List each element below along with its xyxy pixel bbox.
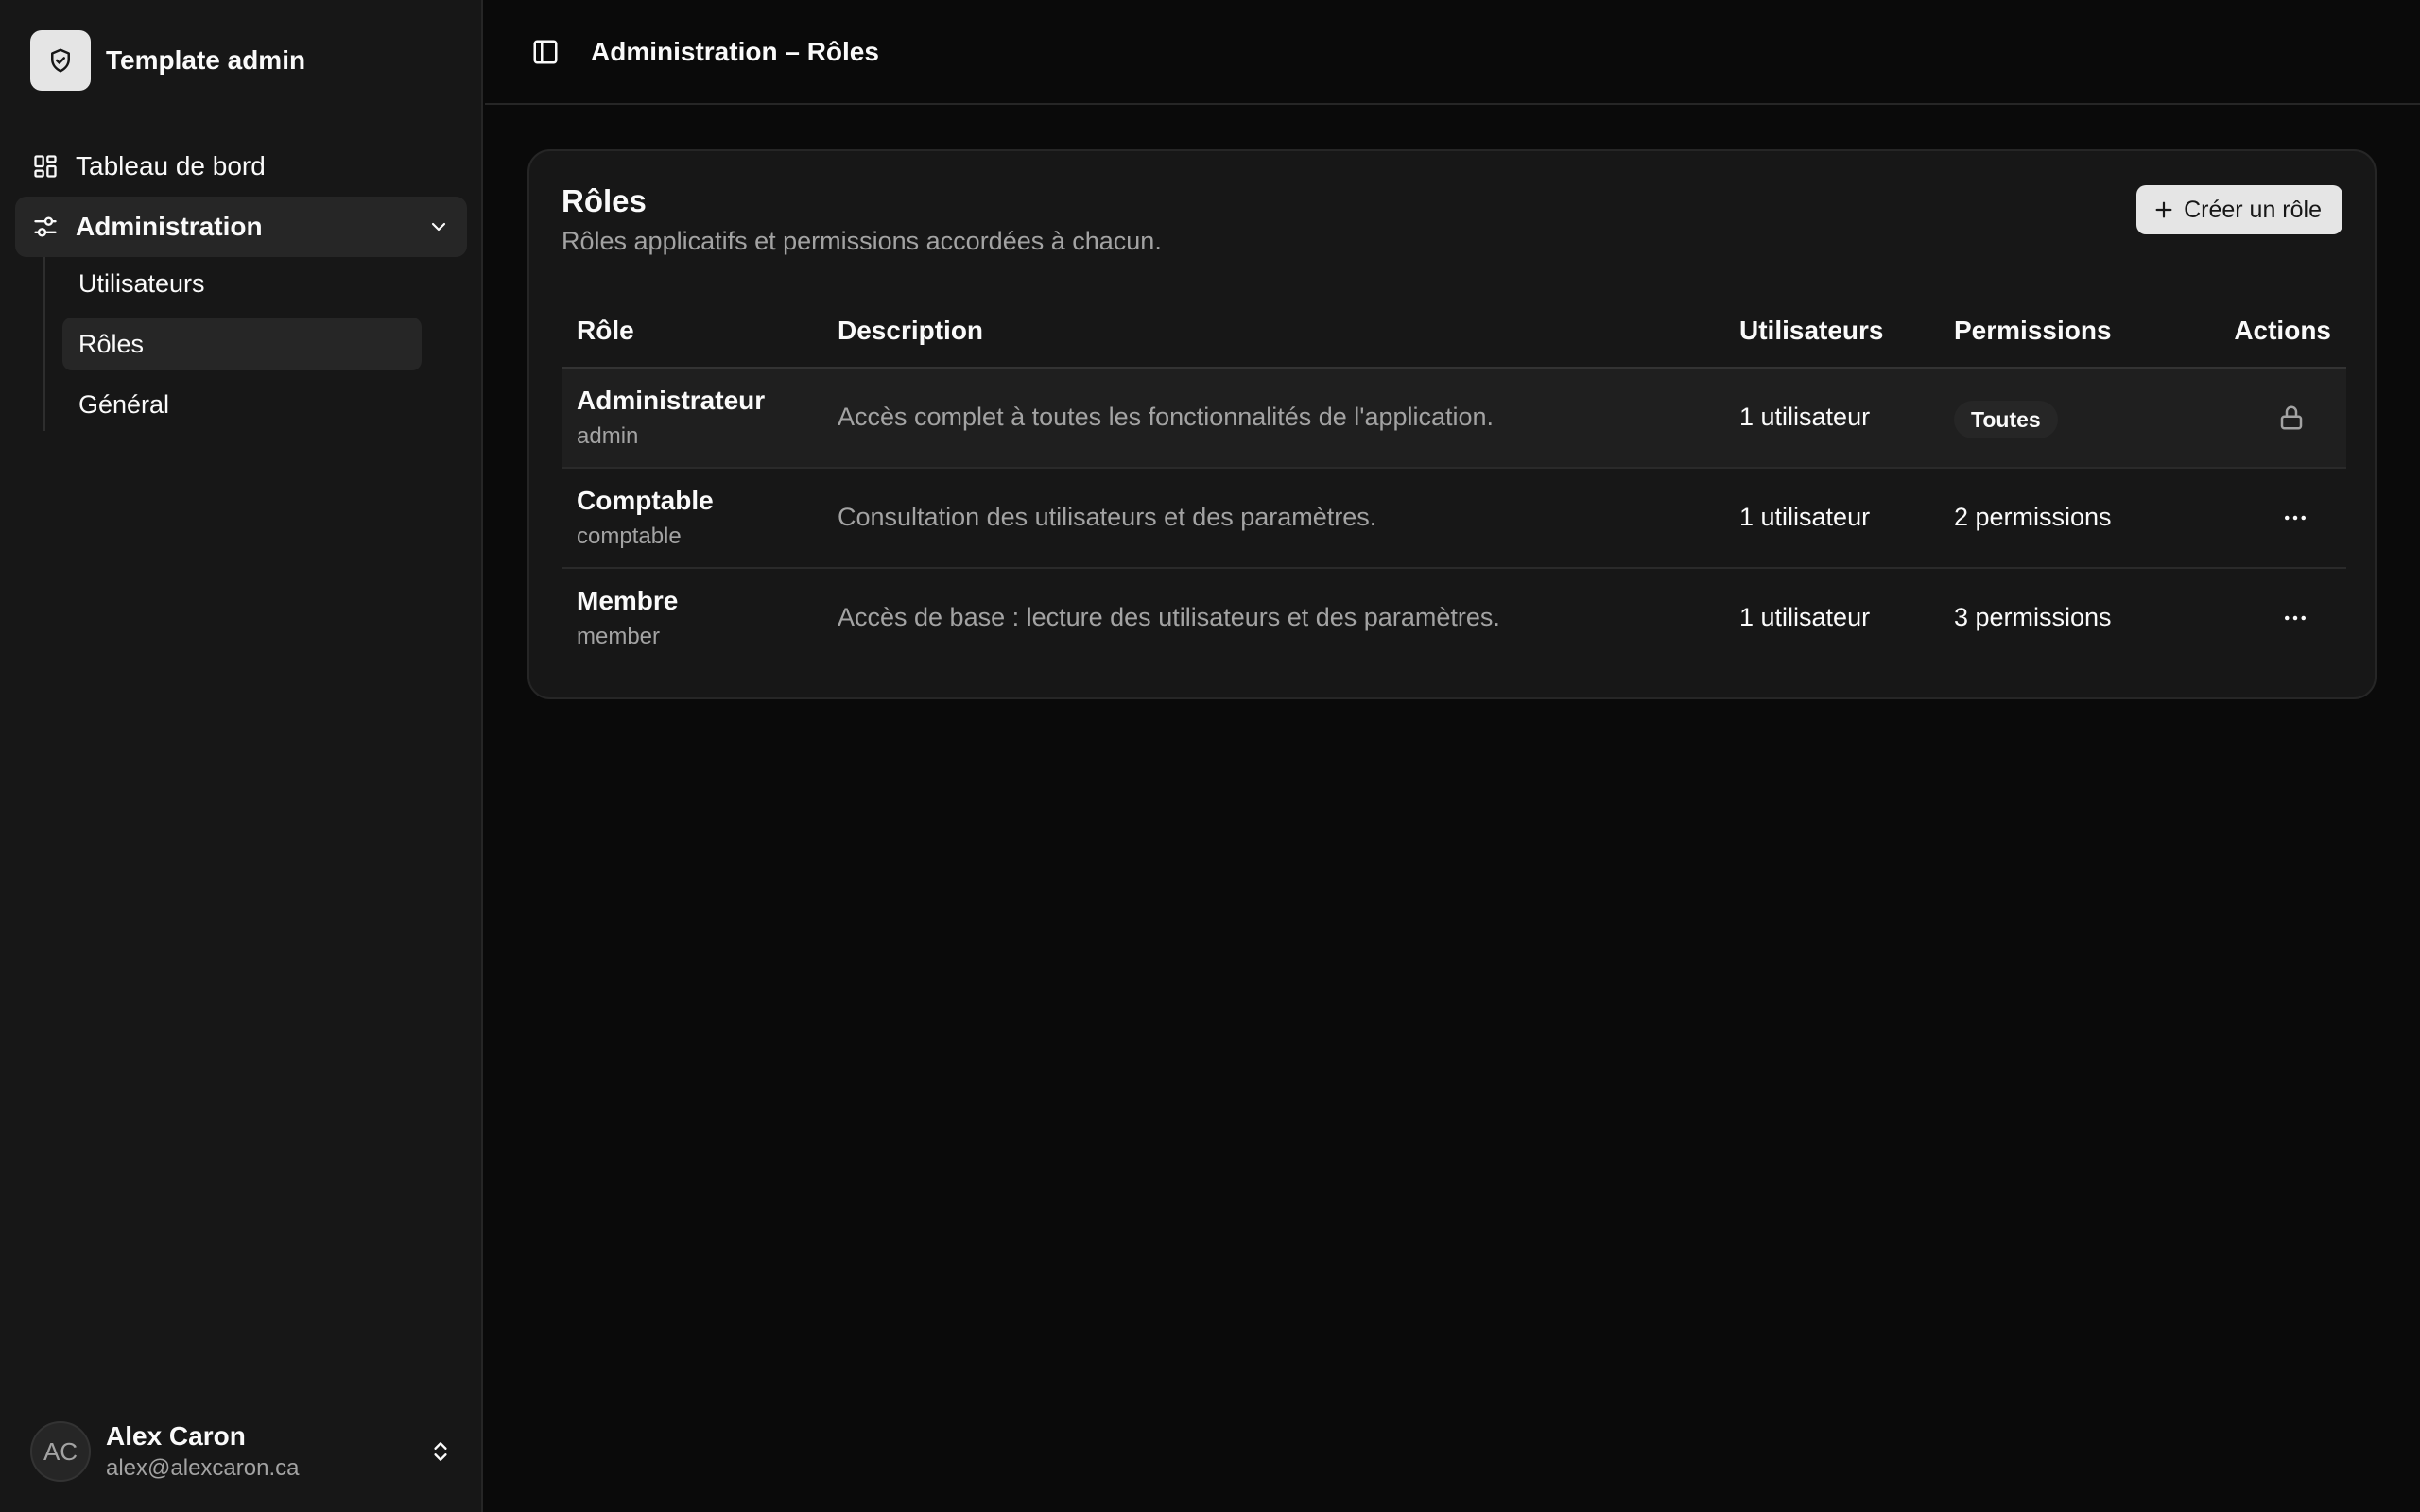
role-description: Accès de base : lecture des utilisateurs… [838, 603, 1500, 631]
role-permissions: 3 permissions [1954, 603, 2112, 631]
role-key: member [577, 624, 661, 649]
sidebar-item-users[interactable]: Utilisateurs [62, 257, 422, 310]
top-header: Administration – Rôles [485, 0, 2420, 105]
role-key: comptable [577, 524, 682, 549]
user-info: Alex Caron alex@alexcaron.ca [106, 1421, 299, 1482]
column-header-description: Description [838, 316, 984, 345]
role-name: Administrateur [577, 386, 766, 415]
user-menu[interactable]: AC Alex Caron alex@alexcaron.ca [30, 1418, 456, 1486]
column-header-actions: Actions [2234, 316, 2331, 345]
role-users: 1 utilisateur [1739, 503, 1871, 531]
user-name: Alex Caron [106, 1421, 246, 1451]
role-name: Membre [577, 586, 679, 615]
sidebar-nav: Tableau de bord Administration Utilisate… [15, 136, 467, 438]
create-role-label: Créer un rôle [2184, 196, 2322, 223]
table-row[interactable]: Membre member Accès de base : lecture de… [562, 569, 2346, 669]
page-title: Administration – Rôles [591, 36, 879, 66]
role-description: Consultation des utilisateurs et des par… [838, 503, 1377, 531]
roles-card: Rôles Rôles applicatifs et permissions a… [527, 149, 2377, 699]
brand[interactable]: Template admin [30, 30, 305, 91]
role-users: 1 utilisateur [1739, 603, 1871, 631]
column-header-users: Utilisateurs [1739, 316, 1884, 345]
sliders-icon [30, 212, 60, 242]
role-permissions: 2 permissions [1954, 503, 2112, 531]
administration-subnav: Utilisateurs Rôles Général [43, 257, 450, 431]
table-header: Rôle Description Utilisateurs Permission… [562, 299, 2346, 369]
sidebar-item-label: Administration [76, 212, 263, 241]
role-users: 1 utilisateur [1739, 403, 1871, 431]
sidebar-item-label: Rôles [78, 329, 145, 358]
column-header-role: Rôle [577, 316, 634, 345]
plus-icon [2153, 199, 2174, 220]
avatar: AC [30, 1421, 91, 1482]
dashboard-grid-icon [30, 151, 60, 181]
table-row[interactable]: Administrateur admin Accès complet à tou… [562, 369, 2346, 469]
sidebar-item-label: Tableau de bord [76, 151, 266, 180]
sidebar-item-label: Utilisateurs [78, 268, 205, 298]
sidebar-item-roles[interactable]: Rôles [62, 318, 422, 370]
role-key: admin [577, 423, 639, 449]
sidebar-toggle-icon[interactable] [527, 33, 564, 71]
shield-check-icon [30, 30, 91, 91]
sidebar: Template admin Tableau de bord Administr… [0, 0, 483, 1512]
lock-icon [2271, 397, 2312, 438]
chevrons-up-down-icon[interactable] [425, 1436, 456, 1467]
user-email: alex@alexcaron.ca [106, 1455, 300, 1481]
more-horizontal-icon[interactable] [2274, 597, 2316, 639]
chevron-down-icon [425, 214, 452, 240]
permissions-badge: Toutes [1954, 401, 2058, 438]
role-description: Accès complet à toutes les fonctionnalit… [838, 403, 1495, 431]
column-header-permissions: Permissions [1954, 316, 2112, 345]
sidebar-item-administration[interactable]: Administration [15, 197, 467, 257]
app-title: Template admin [106, 45, 306, 75]
table-row[interactable]: Comptable comptable Consultation des uti… [562, 469, 2346, 569]
create-role-button[interactable]: Créer un rôle [2136, 185, 2342, 234]
card-subtitle: Rôles applicatifs et permissions accordé… [562, 227, 1162, 255]
more-horizontal-icon[interactable] [2274, 497, 2316, 539]
sidebar-item-general[interactable]: Général [62, 378, 422, 431]
table-body: Administrateur admin Accès complet à tou… [562, 369, 2346, 669]
sidebar-item-dashboard[interactable]: Tableau de bord [15, 136, 467, 197]
card-title: Rôles [562, 183, 647, 218]
role-name: Comptable [577, 486, 714, 515]
sidebar-item-label: Général [78, 389, 170, 419]
